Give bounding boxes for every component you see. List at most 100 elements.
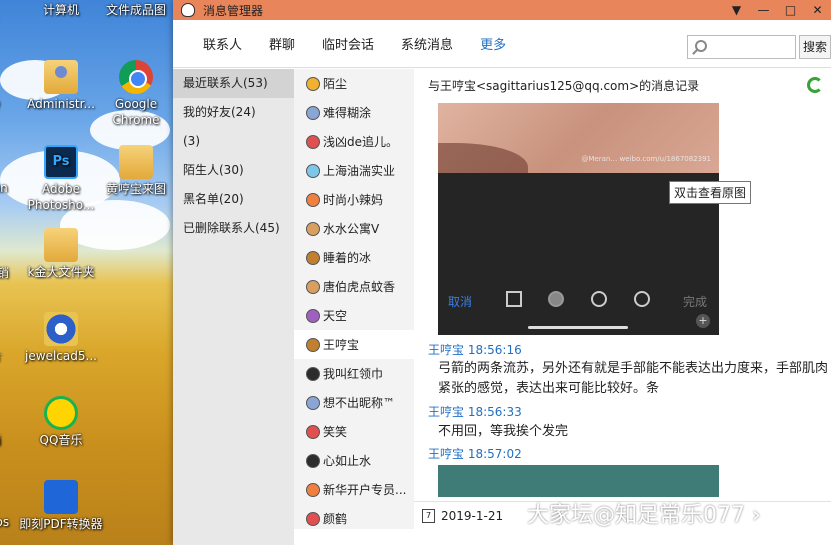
desktop-icon-label: QQ音乐 (39, 433, 83, 447)
message-text: 不用回，等我挨个发完 (438, 424, 569, 439)
tooltip: 双击查看原图 (669, 181, 752, 204)
desktop-icon-label: Google Chrome (112, 97, 160, 127)
pdf-converter-icon (44, 480, 78, 514)
image-cancel-label: 取消 (448, 295, 473, 309)
contact-item[interactable]: 天空 (294, 301, 414, 330)
message-sender: 王哼宝 (428, 447, 465, 461)
desktop-icon-label: 计算机 (42, 3, 79, 17)
desktop-icon-label: 合 (0, 349, 1, 363)
contact-item[interactable]: 笑笑 (294, 417, 414, 446)
desktop-icon-chrome[interactable]: Google Chrome (94, 60, 178, 128)
menu-temp-session[interactable]: 临时会话 (322, 34, 374, 53)
contact-item[interactable]: 时尚小辣妈 (294, 185, 414, 214)
contact-item[interactable]: 浅凶de追儿。 (294, 127, 414, 156)
contact-name: 新华开户专员... (323, 483, 407, 497)
desktop-icon-folder[interactable]: k金大文件夹 (19, 228, 103, 280)
contact-item[interactable]: 唐伯虎点蚊香 (294, 272, 414, 301)
folder-icon (119, 145, 153, 179)
jewelcad-icon (44, 312, 78, 346)
desktop-icon-label: can (0, 181, 8, 195)
dropdown-button[interactable]: ▼ (723, 0, 750, 20)
message-header: 王哼宝 18:57:02 (428, 445, 522, 462)
message-image-thumbnail[interactable] (438, 465, 719, 497)
contact-item[interactable]: 水水公寓V (294, 214, 414, 243)
avatar-icon (306, 163, 320, 178)
window-controls: ▼ — □ ✕ (723, 0, 831, 20)
desktop-icon-pdf[interactable]: 即刻PDF转换器 (19, 480, 103, 532)
contact-name: 天空 (323, 309, 348, 323)
contact-list[interactable]: 陌尘 难得糊涂 浅凶de追儿。上海油湍实业时尚小辣妈水水公寓V 睡着的冰唐伯虎点蚊香天… (294, 69, 414, 529)
desktop-icon[interactable]: 接 (0, 12, 12, 28)
avatar-icon (306, 76, 320, 91)
contact-name: 水水公寓V (323, 222, 380, 236)
contact-item[interactable]: 陌尘 (294, 69, 414, 98)
qqmusic-icon (44, 396, 78, 430)
contact-item[interactable]: 颜鹤 (294, 504, 414, 529)
desktop-icon-label: 文件成品图 (105, 3, 166, 17)
category-item[interactable]: 黑名单(20) (173, 185, 294, 214)
more-icon (634, 291, 650, 307)
contact-name: 唐伯虎点蚊香 (323, 280, 396, 294)
message-sender: 王哼宝 (428, 343, 465, 357)
contact-name: 王哼宝 (323, 338, 360, 352)
search-button[interactable]: 搜索 (799, 35, 831, 59)
filter-icon (548, 291, 564, 307)
contact-item[interactable]: 难得糊涂 (294, 98, 414, 127)
minimize-button[interactable]: — (750, 0, 777, 20)
menu-more[interactable]: 更多 (480, 34, 506, 53)
crop-icon (506, 291, 522, 307)
desktop-icon[interactable]: can (0, 180, 19, 196)
message-text: 弓箭的两条流苏，另外还有就是手部能不能表达出力度来，手部肌肉紧张的感觉，表达出来… (438, 361, 829, 396)
desktop-icon[interactable]: 合 (0, 348, 15, 364)
desktop-icon-label: jewelcad5... (25, 349, 97, 363)
desktop-icon-photoshop[interactable]: Ps Adobe Photosho... (19, 145, 103, 213)
contact-name: 笑笑 (323, 425, 348, 439)
image-done-label: 完成 (683, 295, 708, 309)
adjust-icon (591, 291, 607, 307)
maximize-button[interactable]: □ (777, 0, 804, 20)
desktop-icon-folder[interactable]: 文件成品图 (94, 0, 178, 18)
forum-watermark: 大家坛@知足常乐077 › (527, 503, 761, 528)
menu-system-messages[interactable]: 系统消息 (401, 34, 453, 53)
category-item[interactable]: 陌生人(30) (173, 156, 294, 185)
contact-item[interactable]: 上海油湍实业 (294, 156, 414, 185)
contact-item[interactable]: 想不出昵称™ (294, 388, 414, 417)
desktop-icon[interactable]: 箱 (0, 432, 15, 448)
record-title: 与王哼宝<sagittarius125@qq.com>的消息记录 (428, 79, 700, 93)
category-item[interactable]: 最近联系人(53) (173, 69, 294, 98)
desktop-icon-folder[interactable]: 黄哼宝来图 (94, 145, 178, 197)
contact-item[interactable]: 新华开户专员... (294, 475, 414, 504)
desktop-icon[interactable]: Q (0, 96, 10, 112)
contact-item[interactable]: 心如止水 (294, 446, 414, 475)
desktop-icon[interactable]: 品 销 (0, 265, 15, 281)
category-item[interactable]: 已删除联系人(45) (173, 214, 294, 243)
close-button[interactable]: ✕ (804, 0, 831, 20)
contact-item[interactable]: 睡着的冰 (294, 243, 414, 272)
message-image[interactable]: @Meran… weibo.com/u/1867082391 取消 完成 + (438, 103, 719, 335)
qq-penguin-icon (181, 3, 195, 17)
desktop-icon-qqmusic[interactable]: QQ音乐 (19, 396, 103, 448)
avatar-icon (306, 395, 320, 410)
search-input[interactable] (687, 35, 796, 59)
calendar-icon[interactable]: 7 (422, 509, 435, 523)
contact-name: 上海油湍实业 (323, 164, 396, 178)
contact-item[interactable]: 我叫红领巾 (294, 359, 414, 388)
refresh-icon[interactable] (807, 77, 823, 93)
contact-item[interactable]: 王哼宝 (294, 330, 414, 359)
avatar-icon (306, 279, 320, 294)
contact-name: 心如止水 (323, 454, 372, 468)
message-header: 王哼宝 18:56:33 (428, 403, 522, 420)
menu-contacts[interactable]: 联系人 (203, 34, 242, 53)
desktop-icon-admin[interactable]: Administr... (19, 60, 103, 112)
desktop-icon-computer[interactable]: 计算机 (19, 0, 103, 18)
desktop-icon-label: Adobe Photosho... (27, 182, 95, 212)
desktop-icon-jewelcad[interactable]: jewelcad5... (19, 312, 103, 364)
category-item[interactable]: 我的好友(24) (173, 98, 294, 127)
desktop-icon-label: 品 销 (0, 266, 9, 280)
avatar-icon (306, 250, 320, 265)
search-icon (695, 40, 707, 52)
contact-name: 想不出昵称™ (323, 396, 396, 410)
desktop-icon-label: k金大文件夹 (27, 265, 95, 279)
menu-group-chat[interactable]: 群聊 (269, 34, 295, 53)
category-item[interactable]: (3) (173, 127, 294, 156)
